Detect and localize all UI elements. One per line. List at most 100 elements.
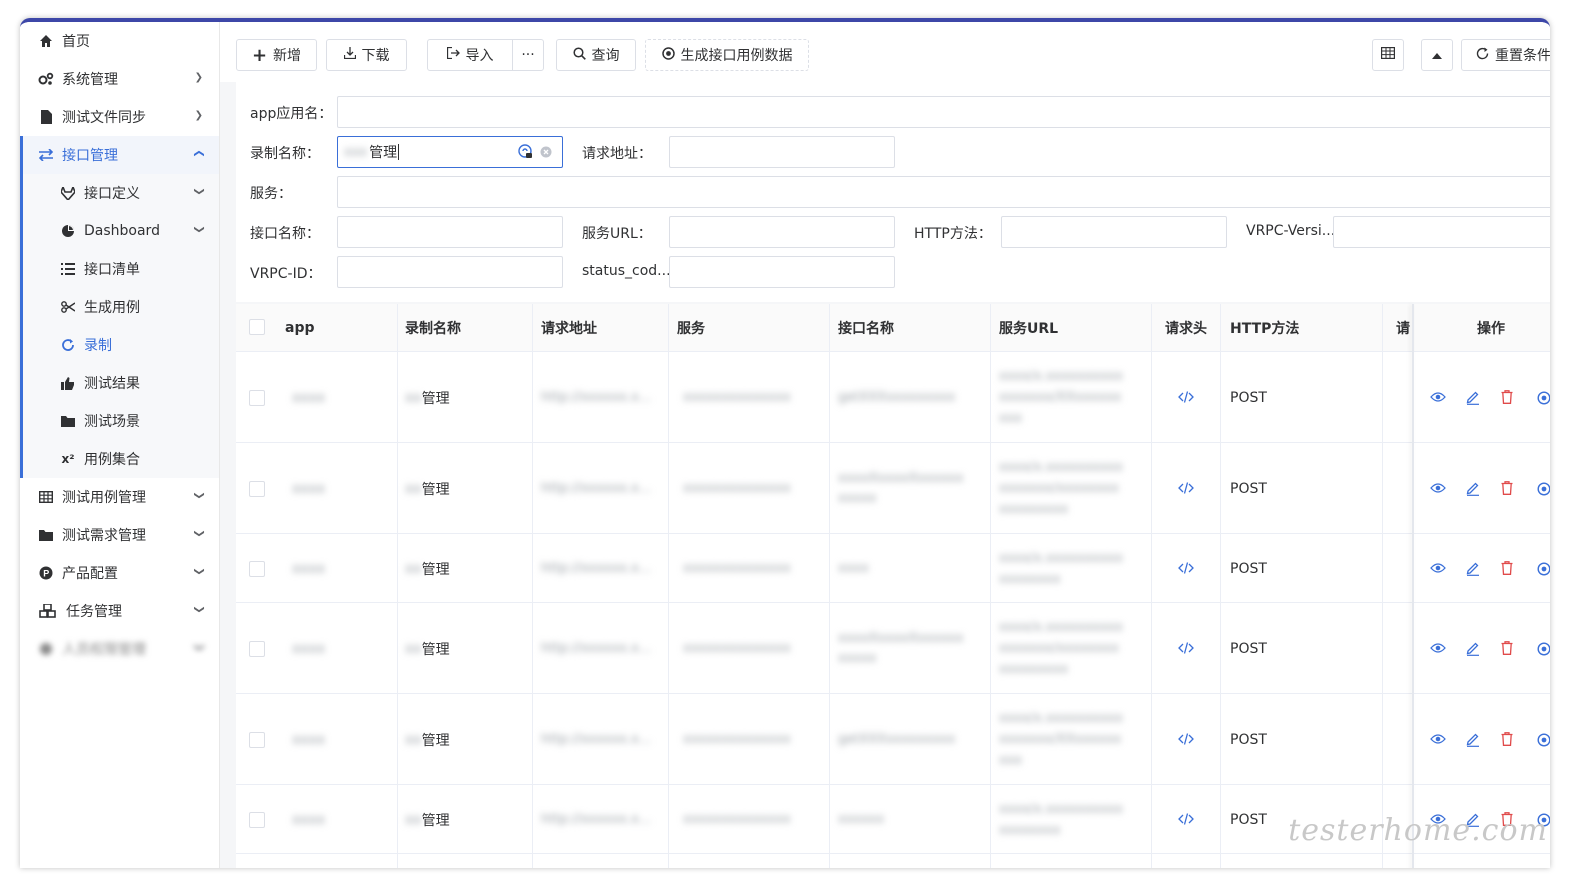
table-row[interactable]: xxxx xx 管理 http://xxxxxx.x... xxxxxxxxxxxxxx… <box>236 443 1550 534</box>
view-request-header-button[interactable] <box>1178 732 1194 746</box>
more-actions-button[interactable] <box>1537 482 1550 500</box>
col-header-request-header[interactable]: 请求头 <box>1165 304 1207 352</box>
download-button[interactable]: 下载 <box>326 39 407 71</box>
col-header-interface-name[interactable]: 接口名称 <box>838 304 894 352</box>
cell-interface-name: xxxxXxxxxXxxxxxx xxxxx <box>838 629 964 669</box>
edit-button[interactable] <box>1466 390 1480 409</box>
table-row[interactable]: xxxx xx 管理 http://xxxxxx.x... xxxxxxxxxxxxxx… <box>236 352 1550 443</box>
sidebar-item-system[interactable]: 系统管理 ❯ <box>20 60 219 98</box>
sidebar-item-test-scene[interactable]: 测试场景 <box>23 402 219 440</box>
col-header-record-name[interactable]: 录制名称 <box>405 304 461 352</box>
more-actions-button[interactable] <box>1537 562 1550 580</box>
row-checkbox[interactable] <box>249 389 265 406</box>
add-button[interactable]: + 新增 <box>236 39 317 71</box>
sidebar-item-record[interactable]: 录制 <box>23 326 219 364</box>
sidebar-item-interface-def[interactable]: 接口定义 ❯ <box>23 174 219 212</box>
query-button[interactable]: 查询 <box>556 39 636 71</box>
sidebar-submenu: 接口定义 ❯ Dashboard ❯ 接口清单 生成用例 录制 测试结果 测试场… <box>20 174 219 478</box>
more-button[interactable]: ··· <box>512 39 544 71</box>
sidebar-item-test-result[interactable]: 测试结果 <box>23 364 219 402</box>
collapse-search-button[interactable] <box>1421 39 1453 71</box>
sidebar-item-requirement-mgmt[interactable]: 测试需求管理 ❯ <box>20 516 219 554</box>
sidebar-item-home[interactable]: 首页 <box>20 22 219 60</box>
select-all-checkbox[interactable] <box>249 319 265 335</box>
generate-case-data-button[interactable]: 生成接口用例数据 <box>645 39 809 71</box>
view-button[interactable] <box>1430 482 1446 498</box>
col-header-app[interactable]: app <box>285 304 315 352</box>
sidebar-item-task-mgmt[interactable]: 任务管理 ❯ <box>20 592 219 630</box>
view-request-header-button[interactable] <box>1178 390 1194 404</box>
sidebar-item-dashboard[interactable]: Dashboard ❯ <box>23 212 219 250</box>
view-request-header-button[interactable] <box>1178 641 1194 655</box>
http-method-input[interactable] <box>1001 216 1227 248</box>
col-header-service[interactable]: 服务 <box>677 304 705 352</box>
more-actions-button[interactable] <box>1537 642 1550 660</box>
delete-button[interactable] <box>1501 731 1513 750</box>
sidebar-item-label: 用例集合 <box>84 452 140 468</box>
column-divider <box>990 304 991 868</box>
request-url-input[interactable] <box>669 136 895 168</box>
view-request-header-button[interactable] <box>1178 561 1194 575</box>
col-header-http-method[interactable]: HTTP方法 <box>1230 304 1300 352</box>
record-name-input[interactable]: xxx 管理 <box>337 136 563 168</box>
view-button[interactable] <box>1430 733 1446 749</box>
edit-button[interactable] <box>1466 732 1480 751</box>
table-row[interactable]: xxxx xx 管理 http://xxxxxx.x... xxxxxxxxxxxxxx… <box>236 694 1550 785</box>
cell-record-name: xx 管理 <box>405 810 450 830</box>
sidebar-item-label: 产品配置 <box>62 566 118 582</box>
sidebar-item-file-sync[interactable]: 测试文件同步 ❯ <box>20 98 219 136</box>
status-code-input[interactable] <box>669 256 895 288</box>
delete-button[interactable] <box>1501 389 1513 408</box>
column-settings-button[interactable] <box>1372 39 1404 71</box>
row-checkbox[interactable] <box>249 560 265 577</box>
eye-icon <box>1430 562 1446 573</box>
delete-button[interactable] <box>1501 640 1513 659</box>
import-button[interactable]: 导入 <box>427 39 513 71</box>
col-header-request-url[interactable]: 请求地址 <box>541 304 597 352</box>
view-button[interactable] <box>1430 642 1446 658</box>
col-header-truncated[interactable]: 请 <box>1396 304 1412 352</box>
row-checkbox[interactable] <box>249 640 265 657</box>
sidebar-item-case-collection[interactable]: x² 用例集合 <box>23 440 219 478</box>
password-manager-icon[interactable] <box>518 144 534 164</box>
service-input[interactable] <box>337 176 1550 208</box>
sidebar-item-interface-mgmt[interactable]: 接口管理 ❯ <box>20 136 219 174</box>
edit-button[interactable] <box>1466 561 1480 580</box>
vrpc-version-input[interactable] <box>1333 216 1550 248</box>
service-url-input[interactable] <box>669 216 895 248</box>
vrpc-id-input[interactable] <box>337 256 563 288</box>
view-request-header-button[interactable] <box>1178 481 1194 495</box>
row-checkbox[interactable] <box>249 731 265 748</box>
reset-conditions-button[interactable]: 重置条件 <box>1461 39 1550 71</box>
col-header-service-url[interactable]: 服务URL <box>999 304 1059 352</box>
edit-button[interactable] <box>1466 481 1480 500</box>
sidebar-item-label: 测试用例管理 <box>62 490 146 506</box>
cell-request-url: http://xxxxxx.x... <box>541 561 652 576</box>
view-button[interactable] <box>1430 391 1446 407</box>
delete-button[interactable] <box>1501 480 1513 499</box>
sidebar-item-blurred[interactable]: 人员权限管理 ❯ <box>20 630 219 668</box>
table-row[interactable]: xxxx xx 管理 http://xxxxxx.x... xxxxxxxxxxxxxx… <box>236 534 1550 603</box>
more-actions-button[interactable] <box>1537 733 1550 751</box>
table-row[interactable]: xxxx xx 管理 http://xxxxxx.x... xxxxxxxxxxxxxx… <box>236 603 1550 694</box>
sidebar-item-product-config[interactable]: P 产品配置 ❯ <box>20 554 219 592</box>
sidebar-item-gen-case[interactable]: 生成用例 <box>23 288 219 326</box>
record-name-value: 管理 <box>369 145 398 161</box>
interface-name-line: xxxxx <box>838 650 877 666</box>
edit-button[interactable] <box>1466 641 1480 660</box>
more-actions-button[interactable] <box>1537 391 1550 409</box>
delete-button[interactable] <box>1501 560 1513 579</box>
column-divider <box>1151 304 1152 868</box>
view-button[interactable] <box>1430 562 1446 578</box>
sidebar-item-interface-list[interactable]: 接口清单 <box>23 250 219 288</box>
sidebar-item-test-case-mgmt[interactable]: 测试用例管理 ❯ <box>20 478 219 516</box>
interface-name-input[interactable] <box>337 216 563 248</box>
service-url-line: xxxxxxxx <box>999 571 1061 587</box>
service-url-line: xxxx/x.xxxxxxxxxx <box>999 801 1123 817</box>
row-checkbox[interactable] <box>249 480 265 497</box>
view-request-header-button[interactable] <box>1178 812 1194 826</box>
clear-icon[interactable] <box>540 146 552 162</box>
app-name-input[interactable] <box>337 96 1550 128</box>
service-url-line: xxxxxxxxx <box>999 502 1069 517</box>
row-checkbox[interactable] <box>249 811 265 828</box>
